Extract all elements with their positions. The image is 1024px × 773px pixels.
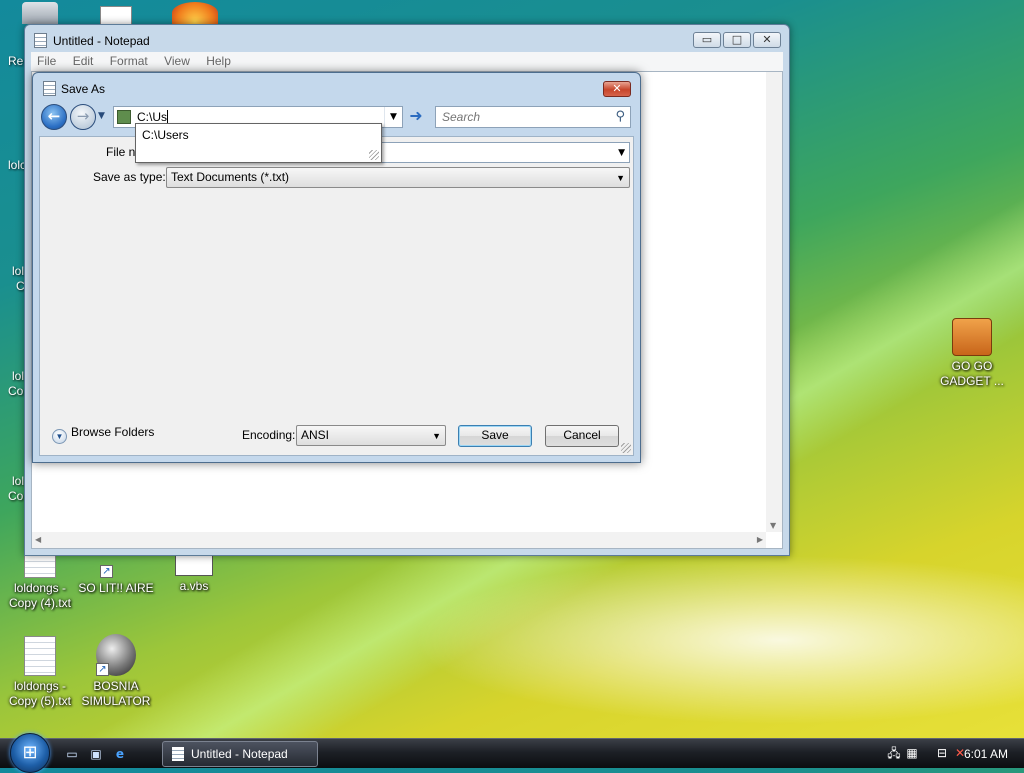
menu-view[interactable]: View	[164, 54, 190, 68]
search-icon[interactable]: ⚲	[615, 109, 625, 124]
notepad-icon	[34, 33, 47, 48]
windows-logo-icon: ⊞	[22, 742, 38, 763]
desktop-icon-label: BOSNIA SIMULATOR	[81, 679, 151, 708]
save-as-type-label: Save as type:	[93, 170, 166, 184]
shortcut-icon: ↗	[100, 556, 132, 578]
dialog-body: File na ▼ Save as type: Text Documents (…	[39, 136, 634, 456]
start-button[interactable]: ⊞	[10, 733, 50, 773]
notepad-title: Untitled - Notepad	[53, 34, 150, 48]
show-desktop-icon[interactable]: ▭	[64, 747, 80, 761]
chevron-down-icon: ▼	[432, 431, 441, 441]
close-button[interactable]: ✕	[753, 32, 781, 48]
desktop-icon-bosnia-simulator[interactable]: ↗ BOSNIA SIMULATOR	[76, 634, 156, 709]
cancel-button[interactable]: Cancel	[545, 425, 619, 447]
chevron-down-icon: ▼	[616, 173, 625, 183]
encoding-label: Encoding:	[242, 428, 296, 442]
network-status-icon[interactable]: ⊟	[934, 746, 950, 761]
desktop-icon-label: a.vbs	[179, 579, 209, 593]
dialog-title: Save As	[61, 82, 106, 96]
recycle-bin-icon[interactable]	[22, 2, 58, 24]
windows-update-icon[interactable]: ▦	[904, 746, 920, 761]
notepad-menubar: File Edit Format View Help	[31, 52, 783, 71]
notepad-title-bar[interactable]: Untitled - Notepad	[25, 25, 789, 55]
taskbar: ⊞ ▭ ▣ e Untitled - Notepad 🖧 ▦ ⊟ ✕ 6:01 …	[0, 733, 1024, 773]
autocomplete-item[interactable]: C:\Users	[142, 128, 189, 142]
folder-location-icon	[117, 110, 131, 124]
save-button[interactable]: Save	[458, 425, 532, 447]
forward-button[interactable]: →	[70, 104, 96, 130]
desktop-icon-label-partial: lol	[12, 264, 25, 278]
desktop-icon-label: loldongs - Copy (5).txt	[8, 679, 71, 708]
go-arrow-button[interactable]: ➜	[405, 106, 427, 128]
menu-help[interactable]: Help	[206, 54, 231, 68]
taskbar-item-label: Untitled - Notepad	[191, 747, 288, 761]
vertical-scrollbar[interactable]: ▼	[766, 72, 782, 532]
encoding-select[interactable]: ANSI ▼	[296, 425, 446, 446]
desktop-icon-label: SO LIT!! AIRE	[78, 581, 154, 595]
desktop-icon-a-vbs[interactable]: a.vbs	[154, 556, 234, 594]
desktop-icon-so-lit-aire[interactable]: ↗ SO LIT!! AIRE	[76, 556, 156, 596]
save-dialog-icon	[43, 81, 56, 96]
text-file-icon	[24, 556, 56, 578]
text-file-icon	[24, 636, 56, 676]
scroll-left-icon[interactable]: ◀	[35, 535, 41, 544]
desktop-icon-label-partial: Co	[8, 384, 24, 398]
menu-file[interactable]: File	[37, 54, 56, 68]
clock[interactable]: 6:01 AM	[964, 747, 1008, 761]
firefox-icon[interactable]	[172, 2, 218, 24]
save-as-type-select[interactable]: Text Documents (*.txt) ▼	[166, 167, 630, 188]
maximize-button[interactable]: □	[723, 32, 751, 48]
menu-format[interactable]: Format	[110, 54, 148, 68]
address-input[interactable]: C:\Us	[137, 110, 168, 124]
dialog-close-button[interactable]: ✕	[603, 81, 631, 97]
desktop-icon-go-go-gadget[interactable]: GO GO GADGET ...	[932, 318, 1012, 389]
desktop-icon-loldongs-copy-4[interactable]: loldongs - Copy (4).txt	[0, 556, 80, 611]
desktop-icon-label-partial: Re	[8, 54, 24, 68]
switch-windows-icon[interactable]: ▣	[88, 747, 104, 761]
notepad-icon	[172, 747, 184, 761]
resize-grip[interactable]	[369, 150, 379, 160]
network-icon[interactable]: 🖧	[886, 746, 902, 761]
desktop-icon-loldongs-copy-5[interactable]: loldongs - Copy (5).txt	[0, 636, 80, 709]
recent-pages-chevron-icon[interactable]: ▼	[98, 111, 105, 121]
menu-edit[interactable]: Edit	[73, 54, 94, 68]
search-box[interactable]: ⚲	[435, 106, 631, 128]
minimize-button[interactable]: ▭	[693, 32, 721, 48]
desktop-icon-label: GO GO GADGET ...	[940, 359, 1004, 388]
address-autocomplete-list: C:\Users	[135, 123, 382, 163]
browse-folders-toggle[interactable]: ▼ Browse Folders	[52, 425, 154, 444]
mine-icon: ↗	[96, 634, 136, 676]
desktop-icon-label-partial: Co	[8, 489, 24, 503]
browse-folders-label: Browse Folders	[71, 425, 155, 439]
scroll-down-icon[interactable]: ▼	[770, 521, 776, 530]
address-dropdown-icon[interactable]: ▼	[384, 107, 402, 127]
caption-buttons: ▭ □ ✕	[693, 32, 781, 48]
internet-explorer-icon[interactable]: e	[112, 747, 128, 761]
shortcut-arrow-icon: ↗	[100, 565, 113, 578]
encoding-value: ANSI	[301, 428, 330, 442]
script-file-icon	[175, 556, 213, 576]
taskbar-item-notepad[interactable]: Untitled - Notepad	[162, 741, 318, 767]
desktop-icon-label: loldongs - Copy (4).txt	[8, 581, 71, 610]
shortcut-arrow-icon: ↗	[96, 663, 109, 676]
search-input[interactable]	[440, 108, 610, 126]
scroll-right-icon[interactable]: ▶	[757, 535, 763, 544]
desktop-icon-label-partial: lol	[12, 474, 25, 488]
resize-grip[interactable]	[621, 443, 631, 453]
horizontal-scrollbar[interactable]: ◀ ▶	[32, 532, 766, 548]
desktop-icon-label-partial: lol	[12, 369, 25, 383]
file-name-dropdown-icon[interactable]: ▼	[618, 148, 625, 158]
text-file-icon[interactable]	[100, 6, 132, 24]
save-as-type-value: Text Documents (*.txt)	[171, 170, 290, 184]
briefcase-icon	[952, 318, 992, 356]
system-tray: 🖧 ▦ ⊟ ✕ 6:01 AM	[868, 739, 1024, 769]
forward-arrow-icon: →	[76, 107, 90, 125]
back-button[interactable]: ←	[41, 104, 67, 130]
expand-chevron-icon: ▼	[52, 429, 67, 444]
back-arrow-icon: ←	[47, 107, 61, 125]
